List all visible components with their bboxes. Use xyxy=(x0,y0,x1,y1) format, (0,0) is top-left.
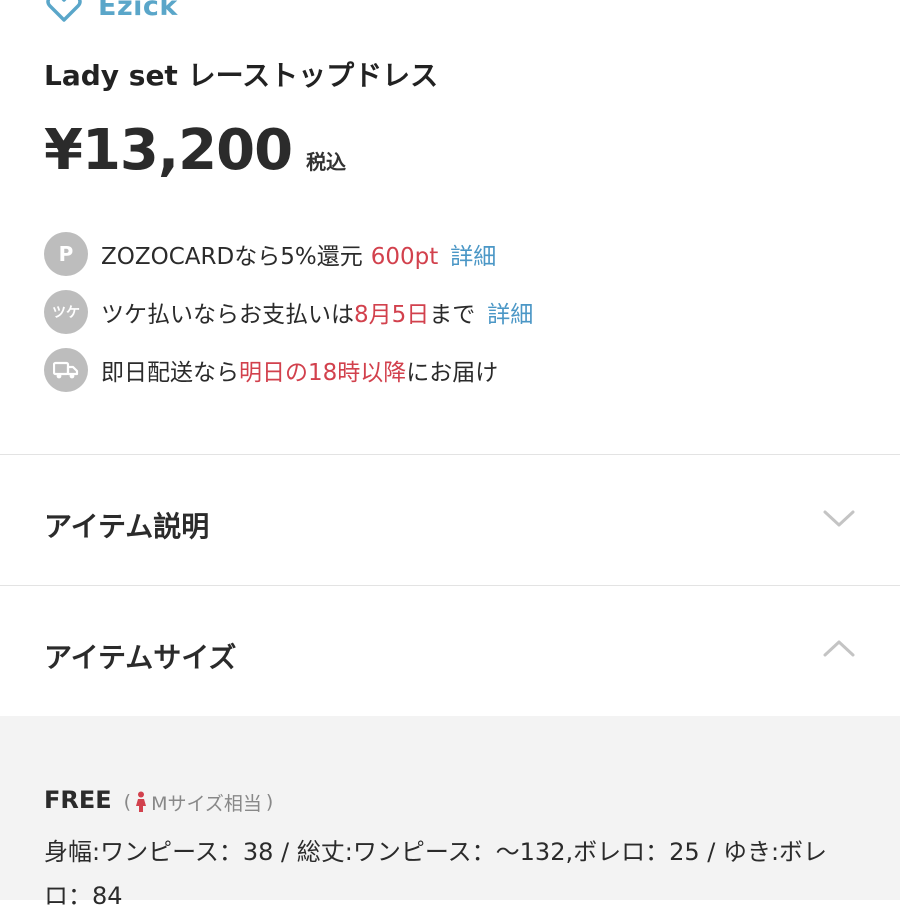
perk-delivery-text: 即日配送なら明日の18時以降にお届け xyxy=(101,360,499,386)
item-description-title: アイテム説明 xyxy=(44,510,210,543)
brand-link[interactable]: Ezick xyxy=(44,0,178,26)
size-panel: FREE ( Mサイズ相当) 身幅:ワンピース：38 / 総丈:ワンピース：～1… xyxy=(0,716,900,910)
tsuke-payment-icon: ツケ xyxy=(44,290,88,334)
item-description-accordion[interactable]: アイテム説明 xyxy=(0,455,900,585)
size-label: FREE ( Mサイズ相当) xyxy=(44,786,273,816)
tax-label: 税込 xyxy=(306,150,347,174)
perk-delivery: 即日配送なら明日の18時以降にお届け xyxy=(44,348,498,392)
payment-due-date: 8月5日 xyxy=(354,302,430,328)
brand-name[interactable]: Ezick xyxy=(98,0,178,22)
female-figure-icon xyxy=(136,791,147,812)
product-price: ¥13,200 xyxy=(44,118,293,183)
product-title: Lady set レーストップドレス xyxy=(44,59,439,92)
item-size-accordion[interactable]: アイテムサイズ xyxy=(0,586,900,716)
price-row: ¥13,200 税込 xyxy=(44,118,346,183)
perk-tsuke-text: ツケ払いならお支払いは8月5日まで 詳細 xyxy=(101,302,534,328)
perk-points: P ZOZOCARDなら5%還元 600pt 詳細 xyxy=(44,232,496,276)
perk-points-text: ZOZOCARDなら5%還元 600pt 詳細 xyxy=(101,244,497,270)
size-name: FREE xyxy=(44,786,112,814)
item-size-title: アイテムサイズ xyxy=(44,641,237,674)
tag-heart-icon xyxy=(46,0,82,22)
delivery-truck-icon xyxy=(44,348,88,392)
chevron-up-icon xyxy=(823,640,855,657)
size-measurements: 身幅:ワンピース：38 / 総丈:ワンピース：～132,ボレロ：25 / ゆき:… xyxy=(44,838,828,910)
tsuke-detail-link[interactable]: 詳細 xyxy=(487,302,533,328)
points-icon: P xyxy=(44,232,88,276)
size-equivalent: ( Mサイズ相当) xyxy=(123,791,274,815)
delivery-time: 明日の18時以降 xyxy=(239,360,407,386)
perk-tsuke: ツケ ツケ払いならお支払いは8月5日まで 詳細 xyxy=(44,290,533,334)
points-detail-link[interactable]: 詳細 xyxy=(450,244,496,270)
chevron-down-icon xyxy=(823,510,855,527)
points-amount: 600pt xyxy=(370,244,439,270)
